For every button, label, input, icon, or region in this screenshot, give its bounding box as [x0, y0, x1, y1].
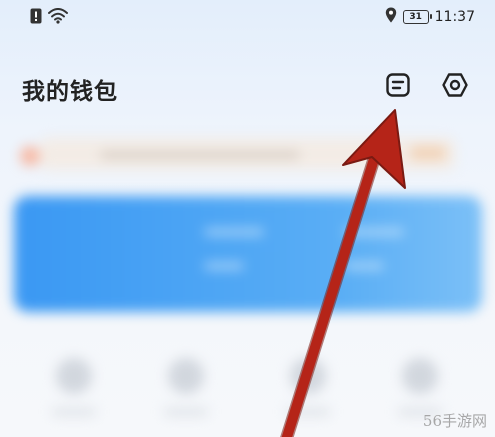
notice-text-placeholder [100, 151, 300, 159]
status-left [30, 8, 68, 28]
bill-button[interactable] [383, 70, 413, 100]
status-right: 31 11:37 [385, 7, 475, 27]
wifi-icon [48, 8, 68, 28]
shortcut-label [286, 408, 330, 416]
settings-icon [442, 73, 468, 97]
status-bar: 31 11:37 [0, 0, 495, 34]
watermark: 56手游网 [422, 412, 487, 430]
shortcut-icon [168, 358, 204, 394]
blurred-wallet-content [0, 118, 495, 437]
status-time: 11:37 [434, 9, 475, 25]
notice-dot [20, 146, 40, 166]
alert-icon [30, 8, 42, 28]
settings-button[interactable] [440, 70, 470, 100]
battery-icon: 31 [402, 10, 432, 24]
location-icon [385, 7, 397, 27]
battery-level: 31 [409, 11, 422, 22]
shortcut-icon [56, 358, 92, 394]
card-line [204, 262, 244, 270]
page-title: 我的钱包 [22, 79, 118, 105]
shortcut-label [52, 408, 96, 416]
card-line [344, 262, 384, 270]
wallet-card [14, 196, 482, 312]
card-line [204, 228, 264, 236]
bill-icon [386, 73, 410, 97]
card-line [344, 228, 404, 236]
shortcut-icon [402, 358, 438, 394]
shortcut-icon [290, 358, 326, 394]
shortcut-label [164, 408, 208, 416]
notice-action-placeholder [410, 146, 446, 160]
header: 我的钱包 [0, 60, 495, 116]
